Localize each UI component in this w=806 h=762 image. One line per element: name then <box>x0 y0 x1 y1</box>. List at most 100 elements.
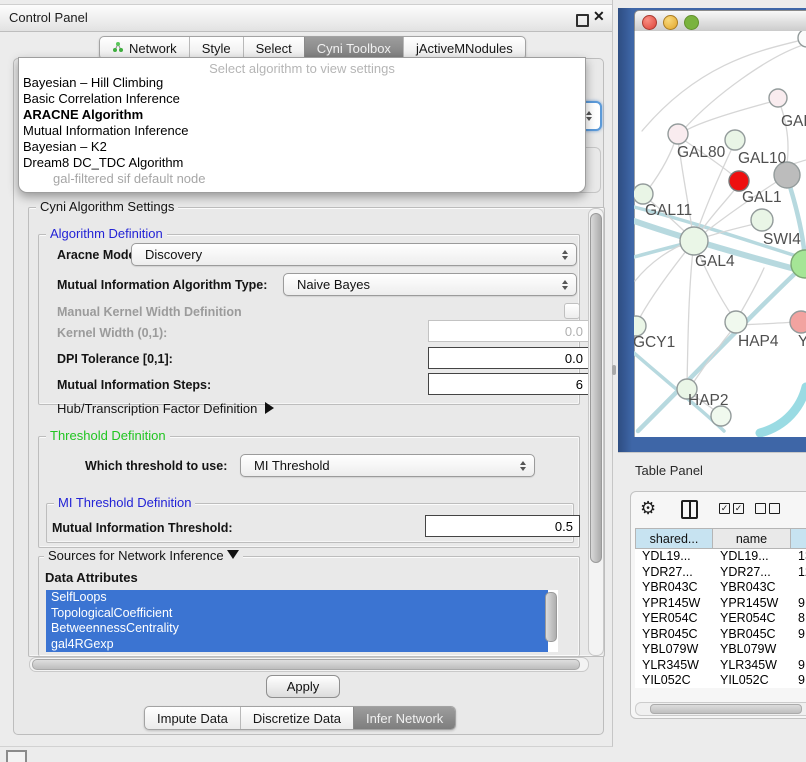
table-combo-ghost-text: gal-filtered sif default node <box>53 171 205 186</box>
control-panel: Control Panel ✕ NetworkStyleSelectCyni T… <box>0 0 613 747</box>
algorithm-definition-title: Algorithm Definition <box>46 227 167 241</box>
algorithm-option-dream8-dc-tdc-algorithm[interactable]: Dream8 DC_TDC Algorithm <box>22 155 573 171</box>
kernel-width-field[interactable]: 0.0 <box>428 320 590 342</box>
table-cell: YDL19... <box>713 549 791 565</box>
node-label-gal10: GAL10 <box>738 150 787 167</box>
network-node-gal4[interactable] <box>680 227 708 255</box>
table-settings-gear-icon[interactable]: ⚙ <box>640 498 656 518</box>
aracne-mode-combo[interactable]: Discovery <box>131 243 577 266</box>
combo-arrows-icon <box>562 250 568 260</box>
network-node-gcy1[interactable] <box>634 316 646 336</box>
minimize-traffic-light[interactable] <box>663 15 678 30</box>
network-node-y[interactable] <box>790 311 806 333</box>
table-cell: YLR345W <box>635 658 713 674</box>
network-node-gal[interactable] <box>769 89 787 107</box>
zoom-traffic-light[interactable] <box>684 15 699 30</box>
tab-cyni-toolbox[interactable]: Cyni Toolbox <box>304 37 403 59</box>
splitter-grip[interactable] <box>612 365 616 375</box>
select-all-icon[interactable]: ✓✓ <box>719 503 744 514</box>
algorithm-popup-placeholder: Select algorithm to view settings <box>19 61 585 76</box>
column-header-shared[interactable]: shared... <box>635 528 713 549</box>
app-root: Control Panel ✕ NetworkStyleSelectCyni T… <box>0 0 806 762</box>
table-row[interactable]: YDL19...YDL19...13 <box>635 549 806 565</box>
algorithm-option-bayesian-hill-climbing[interactable]: Bayesian – Hill Climbing <box>22 75 573 91</box>
scrollbar-thumb[interactable] <box>32 659 580 670</box>
settings-vertical-scrollbar[interactable] <box>588 208 604 656</box>
network-edge <box>685 100 778 131</box>
scrollbar-thumb[interactable] <box>590 213 602 563</box>
split-columns-icon[interactable] <box>681 500 698 519</box>
tab-jactivemnodules[interactable]: jActiveMNodules <box>403 37 525 59</box>
network-node-gal1[interactable] <box>729 171 749 191</box>
bottom-tab-infer-network[interactable]: Infer Network <box>353 707 455 729</box>
table-row[interactable]: YDR27...YDR27...12 <box>635 565 806 581</box>
mi-threshold-group-title: MI Threshold Definition <box>54 496 195 510</box>
tab-style[interactable]: Style <box>189 37 243 59</box>
table-row[interactable]: YER054CYER054C8. <box>635 611 806 627</box>
column-header-name[interactable]: name <box>713 528 791 549</box>
algorithm-option-basic-correlation-inference[interactable]: Basic Correlation Inference <box>22 91 573 107</box>
minimized-panel-icon[interactable] <box>6 750 27 762</box>
table-row[interactable]: YBR045CYBR045C9. <box>635 627 806 643</box>
network-canvas[interactable]: GALGAL80GAL10GAL1GAL11SWI4GAL4GCY1HAP4YH… <box>634 31 806 437</box>
hub-definition-toggle[interactable]: Hub/Transcription Factor Definition <box>57 401 274 416</box>
network-node-top[interactable] <box>798 31 806 47</box>
table-row[interactable]: YBR043CYBR043C <box>635 580 806 596</box>
float-window-icon[interactable] <box>576 14 589 27</box>
deselect-all-icon[interactable] <box>755 503 780 514</box>
mi-type-combo[interactable]: Naive Bayes <box>283 273 577 296</box>
column-header-a[interactable]: A <box>791 528 806 549</box>
dpi-tolerance-field[interactable]: 0.0 <box>428 347 590 369</box>
table-cell: YER054C <box>635 611 713 627</box>
table-cell: 9 <box>791 673 806 688</box>
bottom-tab-discretize-data[interactable]: Discretize Data <box>240 707 353 729</box>
attribute-item-topologicalcoefficient[interactable]: TopologicalCoefficient <box>46 606 548 622</box>
table-row[interactable]: YBL079WYBL079W <box>635 642 806 658</box>
close-traffic-light[interactable] <box>642 15 657 30</box>
settings-horizontal-scrollbar[interactable] <box>29 657 589 672</box>
apply-button[interactable]: Apply <box>266 675 340 698</box>
node-label-gal4: GAL4 <box>695 253 735 270</box>
table-horizontal-scrollbar[interactable] <box>635 702 806 716</box>
network-node-bottom[interactable] <box>711 406 731 426</box>
close-icon[interactable]: ✕ <box>593 8 605 25</box>
network-node-gal10[interactable] <box>725 130 745 150</box>
tab-select[interactable]: Select <box>243 37 304 59</box>
attributes-list-scrollbar[interactable] <box>545 592 557 642</box>
node-label-gcy1: GCY1 <box>634 334 675 351</box>
manual-kernel-checkbox[interactable] <box>564 303 580 319</box>
network-window-titlebar[interactable] <box>634 10 806 33</box>
tab-label: jActiveMNodules <box>416 41 513 56</box>
table-cell: YPR145W <box>713 596 791 612</box>
network-node-hap4[interactable] <box>725 311 747 333</box>
network-node-gal80[interactable] <box>668 124 688 144</box>
tab-network[interactable]: Network <box>100 37 189 59</box>
algorithm-option-mutual-information-inference[interactable]: Mutual Information Inference <box>22 123 573 139</box>
network-node-swi4[interactable] <box>751 209 773 231</box>
bottom-tab-impute-data[interactable]: Impute Data <box>145 707 240 729</box>
attribute-item-selfloops[interactable]: SelfLoops <box>46 590 548 606</box>
scrollbar-thumb[interactable] <box>650 704 802 714</box>
table-row[interactable]: YLR345WYLR345W9. <box>635 658 806 674</box>
algorithm-option-aracne-algorithm[interactable]: ARACNE Algorithm <box>22 107 573 123</box>
attribute-item-betweennesscentrality[interactable]: BetweennessCentrality <box>46 621 548 637</box>
table-cell <box>791 642 806 658</box>
mi-threshold-field[interactable]: 0.5 <box>425 515 580 537</box>
table-cell: YIL052C <box>635 673 713 688</box>
node-label-hap4: HAP4 <box>738 333 779 350</box>
table-cell: YIL052C <box>713 673 791 688</box>
algorithm-option-bayesian-k2[interactable]: Bayesian – K2 <box>22 139 573 155</box>
network-node-gal11[interactable] <box>634 184 653 204</box>
table-panel: Table Panel ⚙ ✓✓ shared...nameA YDL19...… <box>618 452 806 762</box>
table-row[interactable]: YIL052CYIL052C9 <box>635 673 806 688</box>
sources-toggle[interactable]: Sources for Network Inference <box>44 549 243 563</box>
aracne-mode-label: Aracne Mode: <box>57 248 140 262</box>
mi-threshold-label: Mutual Information Threshold: <box>52 521 233 535</box>
table-row[interactable]: YPR145WYPR145W9. <box>635 596 806 612</box>
threshold-definition-title: Threshold Definition <box>46 429 170 443</box>
which-threshold-combo[interactable]: MI Threshold <box>240 454 535 477</box>
table-cell: 8. <box>791 611 806 627</box>
attribute-item-gal4rgexp[interactable]: gal4RGexp <box>46 637 548 653</box>
tab-label: Select <box>256 41 292 56</box>
mi-steps-field[interactable]: 6 <box>428 373 590 395</box>
